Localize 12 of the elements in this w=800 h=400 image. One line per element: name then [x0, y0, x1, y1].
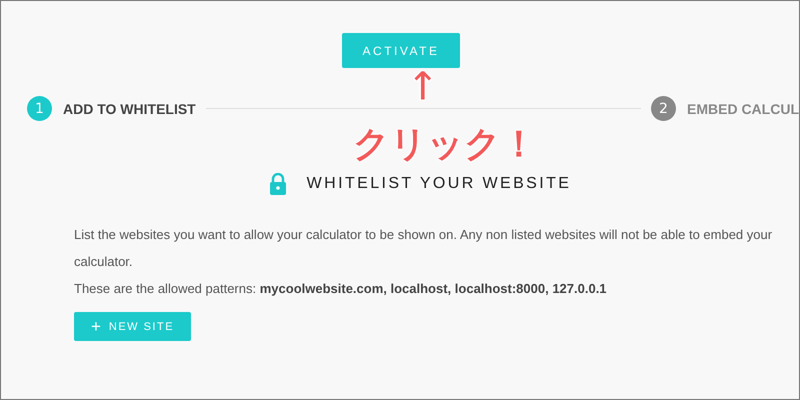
section-title: WHITELIST YOUR WEBSITE: [306, 175, 572, 193]
description-text: List the websites you want to allow your calculator to be shown on. Any non listed websites will not be able to embed your calculator.: [74, 226, 774, 271]
new-site-button[interactable]: + NEW SITE: [74, 312, 191, 341]
click-annotation: クリック！: [353, 125, 537, 165]
allowed-patterns-text: These are the allowed patterns: mycoolwebsite.com, localhost, localhost:8000, 127.0.0.1: [74, 280, 608, 298]
activate-button[interactable]: ACTIVATE: [342, 33, 460, 68]
step-label[interactable]: ADD TO WHITELIST: [63, 100, 196, 116]
lock-icon: [268, 173, 287, 195]
step-number[interactable]: 2: [651, 96, 676, 121]
step-label[interactable]: EMBED CALCUL: [687, 100, 799, 116]
step-number[interactable]: 1: [27, 96, 52, 121]
arrow-annotation: ↑: [406, 67, 440, 107]
